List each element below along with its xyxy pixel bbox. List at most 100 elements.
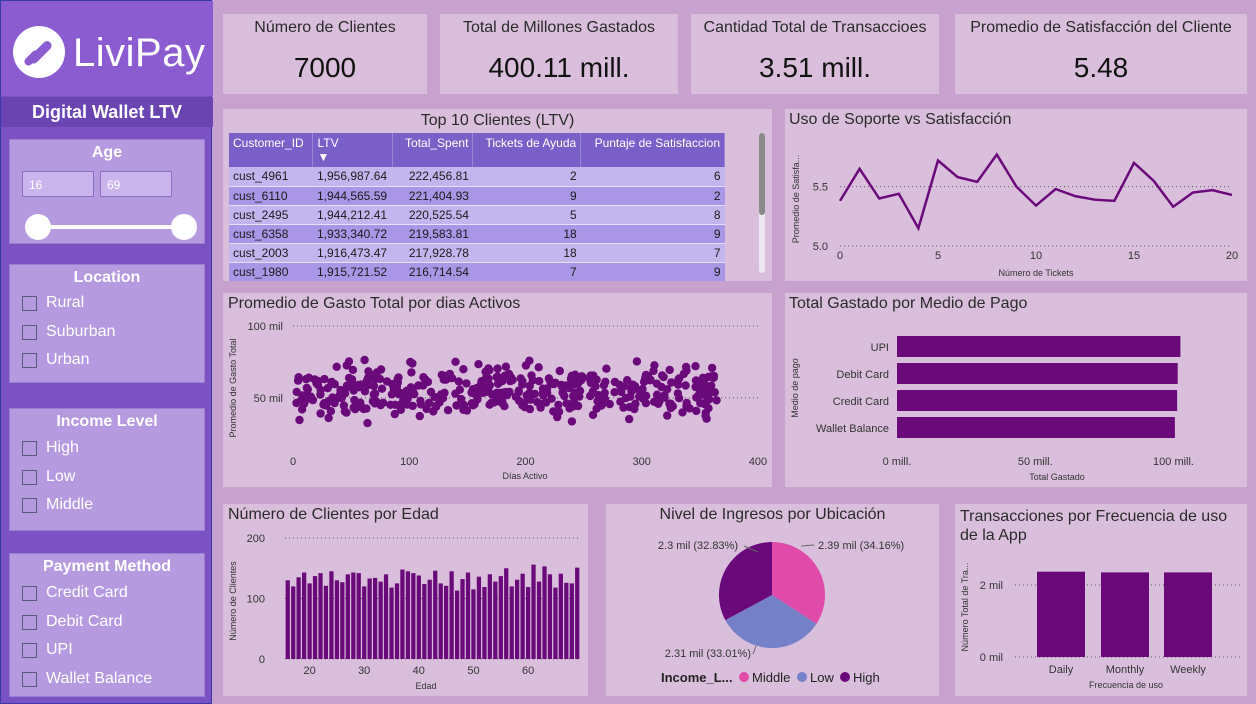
income-option-high[interactable]: High bbox=[22, 439, 79, 457]
scatter-point bbox=[407, 368, 416, 377]
checkbox-icon[interactable] bbox=[22, 585, 37, 601]
scatter-point bbox=[356, 398, 365, 407]
checkbox-icon[interactable] bbox=[22, 352, 37, 368]
scrollbar-thumb[interactable] bbox=[759, 133, 765, 215]
checkbox-icon[interactable] bbox=[22, 295, 37, 311]
table-cell: 8 bbox=[580, 205, 725, 225]
payment-bar bbox=[897, 417, 1175, 438]
frequency-bar-chart: 0 mil 2 mil Daily Monthly Weekly Frecuencia d… bbox=[960, 563, 1240, 690]
age-max-input[interactable]: 69 bbox=[100, 171, 172, 197]
table-row[interactable]: cust_6358 1,933,340.72 219,583.81 18 9 bbox=[229, 224, 725, 244]
slice-data-label: 2.39 mil (34.16%) bbox=[818, 540, 904, 552]
kpi-label: Cantidad Total de Transaccioes bbox=[703, 19, 927, 36]
table-cell: 18 bbox=[472, 243, 581, 263]
frequency-bar-chart-card: Transacciones por Frecuencia de uso de l… bbox=[955, 504, 1247, 696]
y-tick-label: 2 mil bbox=[980, 580, 1003, 592]
location-option-suburban[interactable]: Suburban bbox=[22, 323, 115, 341]
location-option-rural[interactable]: Rural bbox=[22, 294, 84, 312]
payment-option-debit-card[interactable]: Debit Card bbox=[22, 613, 122, 631]
scatter-point bbox=[483, 379, 492, 388]
table-cell: 5 bbox=[472, 205, 581, 225]
category-label: Debit Card bbox=[836, 369, 889, 381]
scatter-point bbox=[599, 381, 609, 390]
scatter-point bbox=[520, 403, 529, 412]
age-bar bbox=[504, 568, 509, 660]
age-bar bbox=[449, 571, 454, 659]
scatter-point bbox=[454, 377, 463, 386]
scatter-point bbox=[320, 398, 329, 408]
scatter-point bbox=[695, 388, 705, 397]
x-tick-label: 100 bbox=[400, 456, 418, 468]
age-bar bbox=[460, 579, 465, 659]
scatter-point bbox=[497, 396, 507, 406]
frequency-bar bbox=[1101, 572, 1149, 657]
age-slider-max-handle[interactable] bbox=[171, 214, 197, 240]
age-slicer-title: Age bbox=[91, 144, 123, 161]
slice-leader-line bbox=[752, 645, 757, 655]
scatter-point bbox=[436, 390, 446, 399]
checkbox-icon[interactable] bbox=[22, 497, 37, 513]
payment-option-credit-card[interactable]: Credit Card bbox=[22, 584, 128, 602]
x-tick-label: 60 bbox=[522, 665, 534, 677]
checkbox-icon[interactable] bbox=[22, 469, 37, 485]
location-option-urban[interactable]: Urban bbox=[22, 351, 90, 369]
kpi-card-clients: Número de Clientes 7000 bbox=[223, 14, 427, 94]
table-scrollbar[interactable] bbox=[759, 133, 765, 273]
age-bar bbox=[405, 571, 411, 659]
table-row[interactable]: cust_2003 1,916,473.47 217,928.78 18 7 bbox=[229, 243, 725, 263]
scatter-point bbox=[469, 401, 478, 410]
age-bar bbox=[367, 578, 372, 659]
scatter-point bbox=[344, 357, 354, 366]
option-label: Low bbox=[46, 468, 76, 485]
scatter-point bbox=[701, 411, 710, 420]
option-label: High bbox=[46, 439, 79, 456]
age-bar bbox=[400, 569, 405, 659]
payment-option-wallet-balance[interactable]: Wallet Balance bbox=[22, 670, 152, 688]
y-axis-label: Promedio de Satisfa... bbox=[791, 155, 801, 244]
checkbox-icon[interactable] bbox=[22, 440, 37, 456]
column-header-customer-id[interactable]: Customer_ID bbox=[229, 133, 314, 167]
scatter-point bbox=[443, 406, 453, 415]
age-slider-min-handle[interactable] bbox=[25, 214, 51, 240]
age-bar bbox=[411, 573, 416, 659]
scatter-point bbox=[630, 382, 640, 391]
table-row[interactable]: cust_4961 1,956,987.64 222,456.81 2 6 bbox=[229, 167, 725, 187]
table-row[interactable]: cust_1980 1,915,721.52 216,714.54 7 9 bbox=[229, 262, 725, 281]
livipay-logo-icon bbox=[13, 26, 65, 78]
column-header-tickets[interactable]: Tickets de Ayuda bbox=[472, 133, 582, 167]
table-cell: 2 bbox=[472, 167, 581, 187]
kpi-label: Promedio de Satisfacción del Cliente bbox=[970, 19, 1232, 36]
age-bar bbox=[493, 581, 498, 659]
age-bar bbox=[285, 580, 290, 659]
sort-descending-icon: ▼ bbox=[317, 150, 330, 164]
scatter-point bbox=[525, 388, 534, 398]
scatter-point bbox=[324, 413, 333, 423]
table-title: Top 10 Clientes (LTV) bbox=[420, 112, 575, 129]
checkbox-icon[interactable] bbox=[22, 324, 37, 340]
option-label: Urban bbox=[46, 351, 90, 368]
checkbox-icon[interactable] bbox=[22, 642, 37, 658]
column-label: LTV bbox=[317, 136, 339, 150]
income-option-low[interactable]: Low bbox=[22, 468, 75, 486]
payment-option-upi[interactable]: UPI bbox=[22, 641, 73, 659]
age-bar bbox=[575, 567, 580, 659]
table-row[interactable]: cust_6110 1,944,565.59 221,404.93 9 2 bbox=[229, 186, 725, 206]
age-bar bbox=[291, 586, 296, 659]
x-axis-label: Total Gastado bbox=[1029, 472, 1085, 482]
scatter-point bbox=[310, 375, 319, 384]
table-row[interactable]: cust_2495 1,944,212.41 220,525.54 5 8 bbox=[229, 205, 725, 225]
scatter-point bbox=[535, 376, 544, 386]
brand-name: LiviPay bbox=[73, 31, 206, 75]
table-cell: cust_6358 bbox=[229, 224, 313, 244]
income-option-middle[interactable]: Middle bbox=[22, 496, 93, 514]
scatter-point bbox=[681, 381, 690, 390]
column-header-total-spent[interactable]: Total_Spent bbox=[392, 133, 474, 167]
checkbox-icon[interactable] bbox=[22, 671, 37, 687]
age-min-input[interactable]: 16 bbox=[22, 171, 94, 197]
age-slider-track[interactable] bbox=[38, 225, 186, 229]
column-header-satisfaction[interactable]: Puntaje de Satisfaccion bbox=[580, 133, 725, 167]
age-bar-chart-card: Número de Clientes por Edad 0 100 200 20 30 4… bbox=[223, 504, 588, 696]
column-header-ltv[interactable]: LTV ▼ bbox=[312, 133, 394, 167]
table-cell: 1,933,340.72 bbox=[312, 224, 393, 244]
checkbox-icon[interactable] bbox=[22, 614, 37, 630]
